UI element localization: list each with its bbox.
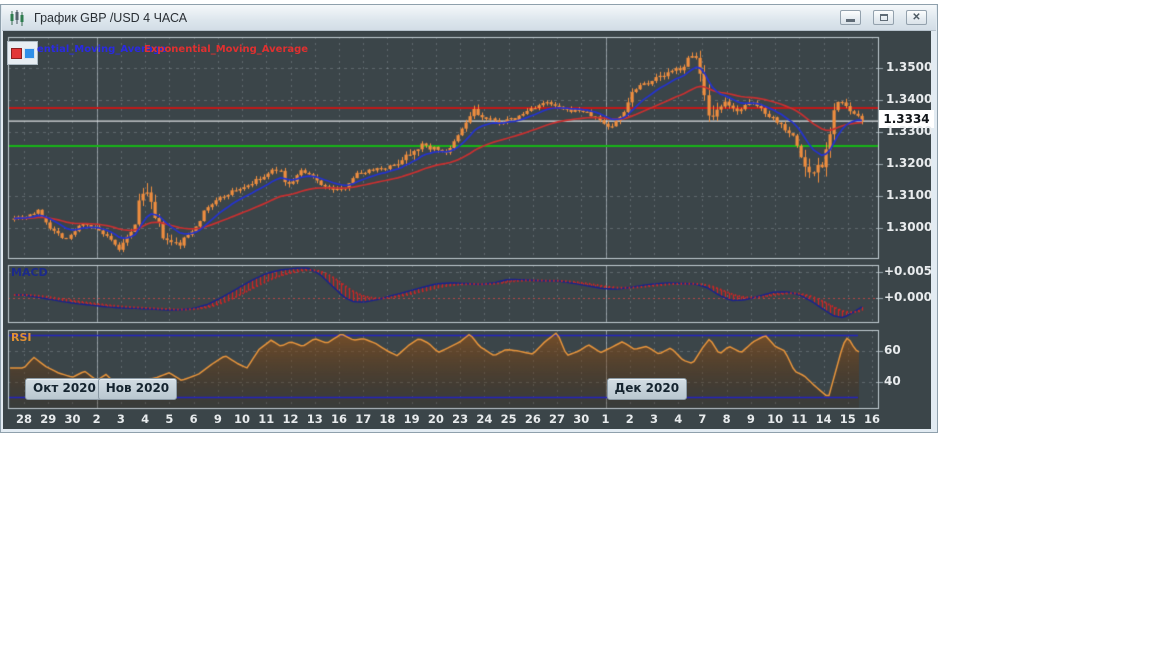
window-title: График GBP /USD 4 ЧАСА [34,10,188,25]
minimize-button[interactable] [840,10,861,25]
maximize-icon [879,14,888,21]
candlestick-chart-icon [9,9,27,26]
window-controls: ✕ [840,10,927,25]
maximize-button[interactable] [873,10,894,25]
chart-canvas[interactable] [2,30,934,430]
close-icon: ✕ [912,11,921,23]
close-button[interactable]: ✕ [906,10,927,25]
desktop: График GBP /USD 4 ЧАСА ✕ ential_Moving_A… [0,0,1152,648]
minimize-icon [846,18,855,22]
window-titlebar[interactable]: График GBP /USD 4 ЧАСА ✕ [2,5,936,31]
